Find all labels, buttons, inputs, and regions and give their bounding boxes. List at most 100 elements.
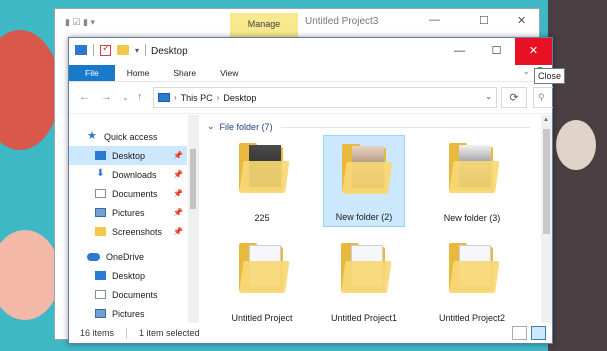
search-icon: ⚲ bbox=[538, 92, 545, 102]
close-button[interactable]: ✕ bbox=[517, 14, 526, 27]
sidebar-item-label: Desktop bbox=[112, 150, 146, 161]
search-input[interactable]: ⚲ bbox=[533, 87, 553, 108]
separator bbox=[93, 44, 94, 56]
folder-tile[interactable]: 225 bbox=[221, 135, 303, 227]
pictures-icon bbox=[95, 309, 106, 318]
nav-scrollbar[interactable] bbox=[188, 115, 198, 323]
titlebar: ▾ Desktop — ☐ ✕ bbox=[69, 38, 552, 65]
tab-file[interactable]: File bbox=[69, 65, 115, 81]
address-toolbar: ← → ⌄ ↑ › This PC › Desktop ⌄ ⟳ ⚲ bbox=[69, 82, 553, 114]
maximize-button[interactable]: ☐ bbox=[479, 14, 489, 27]
sidebar-item-onedrive-desktop[interactable]: Desktop bbox=[69, 266, 187, 285]
group-header[interactable]: ⌄ File folder (7) bbox=[207, 121, 273, 132]
folder-label: Untitled Project bbox=[231, 313, 293, 323]
chevron-down-icon[interactable]: ⌄ bbox=[207, 121, 215, 132]
folder-tile[interactable]: Untitled Project bbox=[221, 235, 303, 327]
pin-icon[interactable]: 📌 bbox=[173, 208, 183, 217]
selection-count: 1 item selected bbox=[139, 328, 200, 338]
sidebar-item-onedrive-pictures[interactable]: Pictures bbox=[69, 304, 187, 323]
folder-label: Untitled Project1 bbox=[330, 313, 398, 323]
recent-chevron-icon[interactable]: ⌄ bbox=[122, 93, 129, 102]
sidebar-item-label: OneDrive bbox=[106, 251, 145, 262]
item-count: 16 items bbox=[80, 328, 115, 338]
documents-icon bbox=[95, 189, 106, 198]
properties-icon[interactable] bbox=[100, 43, 111, 56]
details-view-button[interactable] bbox=[512, 326, 527, 340]
up-arrow-icon[interactable]: ↑ bbox=[137, 91, 143, 103]
folder-icon bbox=[449, 243, 500, 293]
chevron-down-icon[interactable]: ⌄ bbox=[522, 66, 530, 77]
large-icons-view-button[interactable] bbox=[531, 326, 546, 340]
pin-icon[interactable]: 📌 bbox=[173, 170, 183, 179]
cloud-icon bbox=[87, 252, 100, 261]
breadcrumb-chevron-icon[interactable]: › bbox=[174, 93, 177, 102]
sidebar-item-label: Pictures bbox=[112, 308, 145, 319]
close-button[interactable]: ✕ bbox=[515, 38, 552, 65]
customize-chevron-icon[interactable]: ▾ bbox=[135, 46, 139, 55]
content-scrollbar[interactable]: ▲ bbox=[541, 115, 552, 323]
breadcrumb-this-pc[interactable]: This PC bbox=[181, 93, 213, 103]
sidebar-item-downloads[interactable]: ⬇ Downloads 📌 bbox=[69, 165, 187, 184]
tab-share[interactable]: Share bbox=[161, 65, 208, 81]
manage-tab[interactable]: Manage bbox=[230, 13, 298, 37]
scroll-up-icon[interactable]: ▲ bbox=[543, 117, 549, 123]
maximize-button[interactable]: ☐ bbox=[478, 38, 515, 65]
refresh-button[interactable]: ⟳ bbox=[501, 87, 527, 108]
sidebar-item-label: Desktop bbox=[112, 270, 146, 281]
forward-arrow-icon[interactable]: → bbox=[101, 91, 112, 103]
close-tooltip: Close bbox=[534, 68, 566, 84]
sidebar-item-label: Documents bbox=[112, 188, 158, 199]
sidebar-item-label: Documents bbox=[112, 289, 158, 300]
group-header-label: File folder (7) bbox=[219, 121, 273, 132]
sidebar-item-onedrive[interactable]: OneDrive bbox=[69, 247, 187, 266]
this-pc-icon bbox=[158, 93, 170, 102]
separator bbox=[126, 327, 128, 339]
address-dropdown-icon[interactable]: ⌄ bbox=[485, 92, 492, 101]
folder-label: New folder (2) bbox=[335, 212, 393, 222]
navigation-pane: ★ Quick access Desktop 📌 ⬇ Downloads 📌 D… bbox=[69, 115, 199, 323]
explorer-body: ★ Quick access Desktop 📌 ⬇ Downloads 📌 D… bbox=[69, 115, 552, 323]
minimize-button[interactable]: — bbox=[429, 14, 440, 26]
breadcrumb-desktop[interactable]: Desktop bbox=[223, 93, 256, 103]
wallpaper-figure bbox=[548, 0, 607, 351]
star-icon: ★ bbox=[87, 130, 97, 142]
minimize-button[interactable]: — bbox=[441, 38, 478, 65]
folder-icon bbox=[239, 243, 290, 293]
sidebar-item-quick-access[interactable]: ★ Quick access bbox=[69, 127, 187, 146]
scrollbar-thumb[interactable] bbox=[190, 149, 196, 209]
tab-home[interactable]: Home bbox=[115, 65, 162, 81]
pin-icon[interactable]: 📌 bbox=[173, 151, 183, 160]
breadcrumb-chevron-icon[interactable]: › bbox=[217, 93, 220, 102]
sidebar-item-screenshots[interactable]: Screenshots 📌 bbox=[69, 222, 187, 241]
pin-icon[interactable]: 📌 bbox=[173, 227, 183, 236]
sidebar-item-documents[interactable]: Documents 📌 bbox=[69, 184, 187, 203]
documents-icon bbox=[95, 290, 106, 299]
sidebar-item-label: Screenshots bbox=[112, 226, 163, 237]
back-arrow-icon[interactable]: ← bbox=[79, 91, 90, 103]
sidebar-item-desktop[interactable]: Desktop 📌 bbox=[69, 146, 187, 165]
wallpaper-flower bbox=[556, 120, 596, 170]
new-folder-icon[interactable] bbox=[117, 45, 129, 55]
folder-icon bbox=[341, 243, 392, 293]
folder-tile-selected[interactable]: New folder (2) bbox=[323, 135, 405, 227]
folder-tile[interactable]: Untitled Project1 bbox=[323, 235, 405, 327]
address-bar[interactable]: › This PC › Desktop ⌄ bbox=[153, 87, 497, 108]
ribbon-tabs: File Home Share View ⌄ bbox=[69, 65, 552, 82]
folder-icon bbox=[342, 144, 393, 194]
window-icon bbox=[75, 45, 87, 55]
desktop-icon bbox=[95, 271, 106, 280]
sidebar-item-pictures[interactable]: Pictures 📌 bbox=[69, 203, 187, 222]
explorer-window: ▾ Desktop — ☐ ✕ File Home Share View ⌄ ←… bbox=[68, 37, 553, 344]
pictures-icon bbox=[95, 208, 106, 217]
sidebar-item-onedrive-documents[interactable]: Documents bbox=[69, 285, 187, 304]
separator bbox=[145, 44, 147, 56]
pin-icon[interactable]: 📌 bbox=[173, 189, 183, 198]
background-window-title: Untitled Project3 bbox=[305, 16, 379, 27]
folder-tile[interactable]: New folder (3) bbox=[431, 135, 513, 227]
scrollbar-thumb[interactable] bbox=[543, 129, 550, 234]
view-switcher bbox=[512, 326, 546, 340]
folder-tile[interactable]: Untitled Project2 bbox=[431, 235, 513, 327]
folder-label: Untitled Project2 bbox=[438, 313, 506, 323]
tab-view[interactable]: View bbox=[208, 65, 250, 81]
wallpaper-flower bbox=[0, 230, 60, 320]
